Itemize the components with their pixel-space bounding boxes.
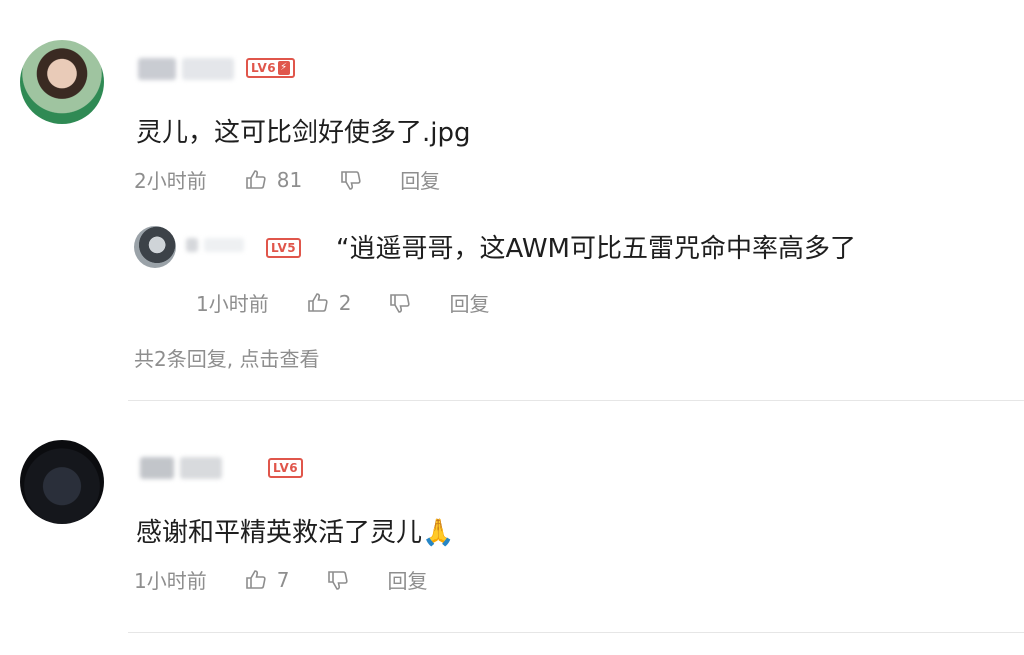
username-blurred[interactable] [140,457,222,479]
reply-button[interactable]: 回复 [387,565,427,594]
thumb-down-icon[interactable] [338,167,364,193]
timestamp: 1小时前 [134,569,207,593]
like-count: 2 [338,290,352,315]
like-count: 7 [276,567,290,592]
level-badge: LV6 ⚡ [246,58,295,78]
timestamp: 1小时前 [196,292,269,316]
thumb-down-icon[interactable] [387,290,413,316]
reply-meta: 1小时前 2 回复 [196,288,489,317]
avatar[interactable] [20,440,104,524]
username-blurred[interactable] [186,238,244,252]
thumb-down-icon[interactable] [325,567,351,593]
avatar[interactable] [20,40,104,124]
level-badge: LV5 [266,238,302,258]
divider [128,400,1024,401]
comment-text: 灵儿，这可比剑好使多了.jpg [136,118,471,148]
thumb-up-icon[interactable] [305,290,331,316]
reply-button[interactable]: 回复 [449,288,489,317]
reply-text: “逍遥哥哥，这AWM可比五雷咒命中率高多了 [336,234,856,264]
comment-meta: 1小时前 7 回复 [134,565,427,594]
divider [128,632,1024,633]
comment-meta: 2小时前 81 回复 [134,165,440,194]
level-badge: LV6 [268,458,304,478]
timestamp: 2小时前 [134,169,207,193]
view-more-replies-link[interactable]: 共2条回复, 点击查看 [134,343,319,372]
lightning-icon: ⚡ [278,61,290,75]
thumb-up-icon[interactable] [243,567,269,593]
reply-button[interactable]: 回复 [400,165,440,194]
username-blurred[interactable] [138,58,234,80]
like-count: 81 [276,167,303,192]
thumb-up-icon[interactable] [243,167,269,193]
comment-text: 感谢和平精英救活了灵儿🙏 [136,518,455,548]
avatar[interactable] [134,226,176,268]
